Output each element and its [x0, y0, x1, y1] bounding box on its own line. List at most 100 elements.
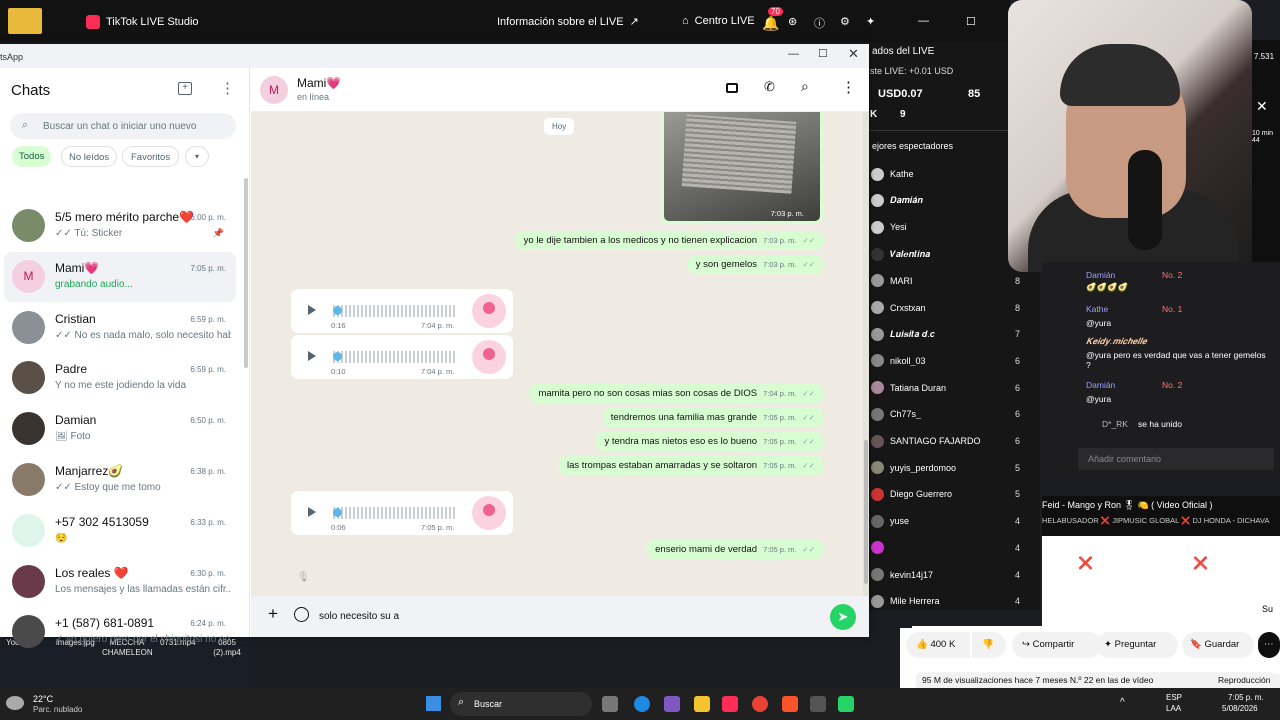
viewer-row[interactable]: nikoll_03 6 — [868, 348, 1040, 374]
plugin-icon[interactable]: ✦ — [866, 15, 875, 28]
obs-icon[interactable] — [810, 696, 826, 712]
outgoing-message[interactable]: yo le dije tambien a los medicos y no ti… — [515, 231, 823, 250]
outgoing-message[interactable]: las trompas estaban amarradas y se solta… — [558, 456, 823, 475]
menu-dots-icon[interactable]: ⋮ — [220, 79, 235, 97]
outgoing-message[interactable]: y tendra mas nietos eso es lo bueno 7:05 … — [596, 432, 823, 451]
playlist-item[interactable]: Feid - Mango y Ron 🎖 🍋 ( Video Oficial ) — [1042, 500, 1213, 511]
play-icon[interactable] — [308, 351, 316, 361]
chat-list-item[interactable]: Manjarrez🥑 ✓✓ Estoy que me tomo 6:38 p. m. — [4, 455, 236, 505]
comment-input[interactable]: Añadir comentario — [1078, 448, 1274, 470]
chat-list-item[interactable]: +1 (587) 681-0891 ✓ yo quiero pero por el… — [4, 607, 236, 657]
minimize-icon[interactable]: — — [918, 15, 929, 27]
language-2[interactable]: LAA — [1166, 704, 1181, 713]
chat-list-item[interactable]: +57 302 4513059 😌 6:33 p. m. — [4, 506, 236, 556]
store-icon[interactable] — [664, 696, 680, 712]
task-view-icon[interactable] — [602, 696, 618, 712]
clock-time[interactable]: 7:05 p. m. — [1228, 693, 1264, 702]
viewer-row[interactable]: Diego Guerrero 5 — [868, 481, 1040, 507]
viewer-row[interactable]: 𝑳𝒖𝒊𝒔𝒊𝒕𝒂 𝒅.𝒄 7 — [868, 321, 1040, 347]
tray-chevron-icon[interactable]: ^ — [1120, 697, 1125, 708]
filter-more-chevron-icon[interactable]: ▾ — [185, 146, 209, 167]
chat-list-item[interactable]: 5/5 mero mérito parche❤️ ✓✓ Tú: Sticker 6:… — [4, 201, 236, 251]
live-center-link[interactable]: Centro LIVE — [695, 15, 755, 27]
gamepad-icon[interactable]: ⊛ — [788, 15, 797, 28]
viewer-row[interactable]: SANTIAGO FAJARDO 6 — [868, 428, 1040, 454]
gear-icon[interactable]: ⚙ — [840, 15, 850, 28]
help-icon[interactable]: ⓘ — [814, 15, 825, 31]
playhead[interactable] — [333, 306, 342, 315]
dislike-button[interactable]: 👎 — [972, 632, 1006, 658]
more-icon[interactable]: ⋯ — [1258, 632, 1280, 658]
viewer-row[interactable]: MARI 8 — [868, 268, 1040, 294]
chrome-icon[interactable] — [752, 696, 768, 712]
waveform[interactable] — [333, 305, 455, 317]
voice-message[interactable]: 0:16 7:04 p. m. — [291, 289, 513, 333]
contact-avatar[interactable]: M — [260, 76, 288, 104]
edge-icon[interactable] — [634, 696, 650, 712]
notification-bell-icon[interactable]: 🔔 — [762, 15, 779, 32]
outgoing-message[interactable]: y son gemelos 7:03 p. m. ✓✓ — [687, 255, 823, 274]
playhead[interactable] — [333, 352, 342, 361]
minimize-icon[interactable]: — — [788, 48, 799, 60]
file-explorer-icon[interactable] — [694, 696, 710, 712]
maximize-icon[interactable]: ☐ — [818, 47, 828, 60]
waveform[interactable] — [333, 507, 455, 519]
viewer-row[interactable]: Ch77s_ 6 — [868, 401, 1040, 427]
chat-list-item[interactable]: Los reales ❤️ Los mensajes y las llamadas… — [4, 557, 236, 607]
play-icon[interactable] — [308, 305, 316, 315]
viewer-row[interactable]: kevin14j17 4 — [868, 562, 1040, 588]
share-button[interactable]: ↪ Compartir — [1012, 632, 1102, 658]
waveform[interactable] — [333, 351, 455, 363]
new-chat-icon[interactable]: + — [178, 82, 192, 95]
phone-icon[interactable]: ✆ — [764, 79, 775, 95]
contact-name[interactable]: Mami💗 — [297, 76, 341, 90]
video-call-icon[interactable] — [726, 83, 738, 93]
chat-list-item[interactable]: Cristian ✓✓ No es nada malo, solo necesit… — [4, 303, 236, 353]
chat-list-item[interactable]: M Mami💗 grabando audio... 7:05 p. m. — [4, 251, 236, 302]
send-icon[interactable]: ➤ — [830, 604, 856, 630]
close-icon[interactable]: ✕ — [848, 46, 859, 62]
windows-start-icon[interactable] — [426, 696, 441, 711]
attach-plus-icon[interactable]: + — [268, 604, 278, 624]
playhead[interactable] — [333, 508, 342, 517]
message-input[interactable]: solo necesito su a — [319, 611, 399, 622]
sticker-emoji-icon[interactable] — [294, 607, 309, 622]
clock-date[interactable]: 5/08/2026 — [1222, 704, 1258, 713]
chat-list-item[interactable]: Damian 🖼 Foto 6:50 p. m. — [4, 404, 236, 454]
outgoing-message[interactable]: mamita pero no son cosas mias son cosas … — [530, 384, 823, 403]
filter-all[interactable]: Todos — [12, 146, 52, 167]
live-info-link[interactable]: Información sobre el LIVE — [497, 16, 624, 28]
scrollbar-thumb[interactable] — [864, 440, 868, 584]
taskbar-search[interactable]: ⌕ Buscar — [450, 692, 592, 716]
chat-list-item[interactable]: Padre Y no me este jodiendo la vida 6:59 p… — [4, 353, 236, 403]
filter-unread[interactable]: No leídos — [61, 146, 118, 167]
like-button[interactable]: 👍 400 K — [906, 632, 970, 658]
folder-icon[interactable] — [8, 8, 42, 34]
save-button[interactable]: 🔖 Guardar — [1182, 632, 1254, 658]
whatsapp-icon[interactable] — [838, 696, 854, 712]
outgoing-message[interactable]: tendremos una familia mas grande 7:05 p. … — [602, 408, 823, 427]
language-1[interactable]: ESP — [1166, 693, 1182, 702]
viewer-row[interactable]: Mile Herrera 4 — [868, 588, 1040, 614]
viewer-row[interactable]: Tatiana Duran 6 — [868, 375, 1040, 401]
viewer-row[interactable]: yuse 4 — [868, 508, 1040, 534]
play-icon[interactable] — [308, 507, 316, 517]
maximize-icon[interactable]: ☐ — [966, 15, 976, 28]
voice-message[interactable]: 0:06 7:05 p. m. — [291, 491, 513, 535]
share-arrow-icon[interactable]: ↗ — [630, 15, 639, 28]
voice-message[interactable]: 0:10 7:04 p. m. — [291, 335, 513, 379]
image-thumbnail[interactable]: 7:03 p. m. — [664, 112, 820, 221]
close-icon[interactable]: ✕ — [1256, 98, 1268, 115]
brave-icon[interactable] — [782, 696, 798, 712]
viewer-row[interactable]: Crxstxan 8 — [868, 295, 1040, 321]
ask-button[interactable]: ✦ Preguntar — [1096, 632, 1178, 658]
search-input[interactable]: ⌕ Buscar un chat o iniciar uno nuevo — [10, 113, 236, 139]
filter-favorites[interactable]: Favoritos — [122, 146, 180, 167]
menu-dots-icon[interactable]: ⋮ — [841, 78, 856, 96]
scrollbar[interactable] — [244, 178, 248, 368]
channel-name[interactable]: p LLC ⊘ y Planet Records Cuba / Miami ⊘ — [1042, 604, 1222, 615]
tiktok-icon[interactable] — [722, 696, 738, 712]
playlist-item[interactable]: HELABUSADOR ❌ JIPMUSIC GLOBAL ❌ DJ HONDA… — [1042, 516, 1269, 525]
outgoing-message[interactable]: enserio mami de verdad 7:05 p. m. ✓✓ — [647, 540, 823, 559]
image-bubble[interactable]: 7:03 p. m. — [661, 112, 823, 224]
